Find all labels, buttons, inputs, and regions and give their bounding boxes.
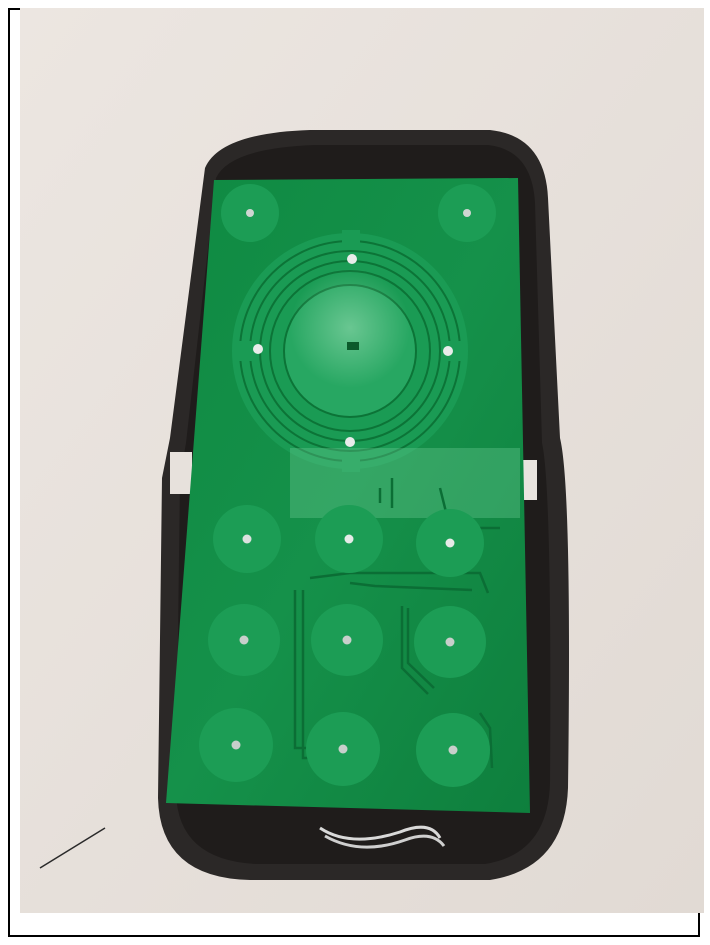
- corner-pad-right: [438, 184, 496, 242]
- side-clip-left: [170, 452, 192, 494]
- key-pad-8: [306, 712, 380, 786]
- reflection: [290, 448, 520, 518]
- key-pad-4: [208, 604, 280, 676]
- key-pad-1: [213, 505, 281, 573]
- corner-pad-left: [221, 184, 279, 242]
- key-pad-6: [414, 606, 486, 678]
- key-pad-3: [416, 509, 484, 577]
- photo: [20, 8, 704, 913]
- key-pad-7: [199, 708, 273, 782]
- key-pad-2: [315, 505, 383, 573]
- key-pad-9: [416, 713, 490, 787]
- key-pad-5: [311, 604, 383, 676]
- photo-svg: [20, 8, 704, 913]
